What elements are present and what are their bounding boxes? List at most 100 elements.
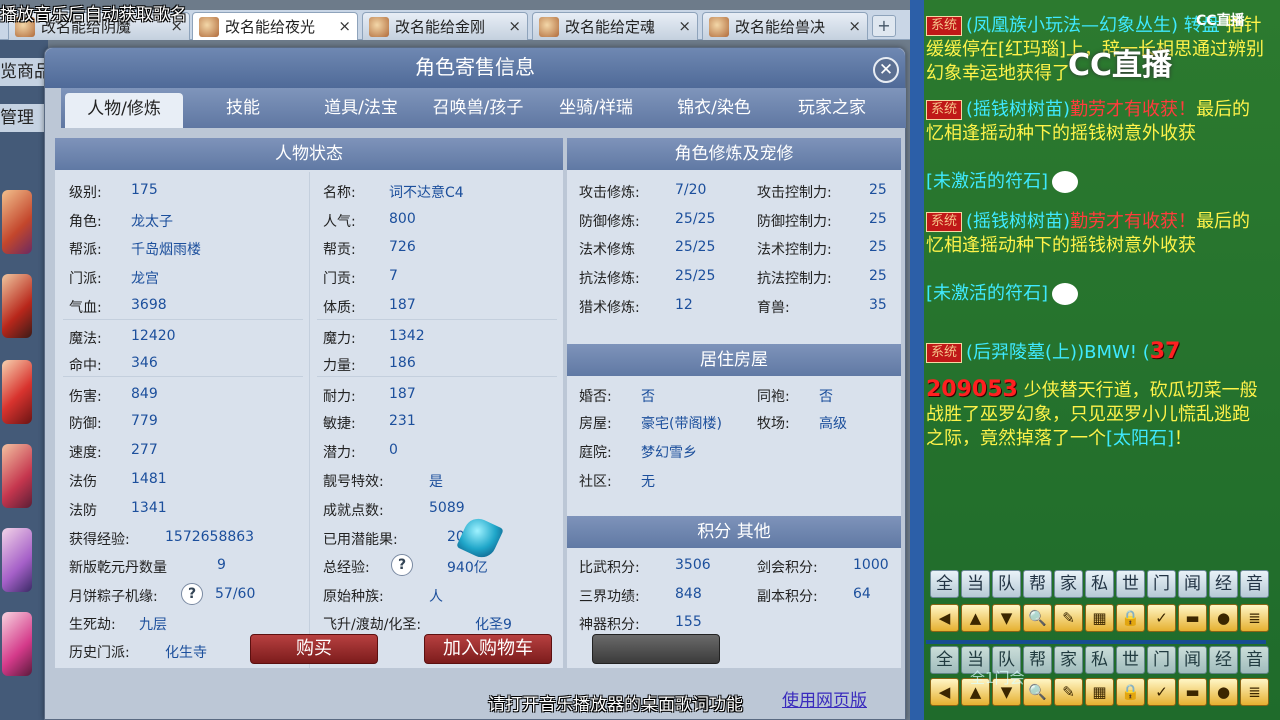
channel-all-button[interactable]: 全 (930, 646, 959, 674)
magnifier-icon[interactable]: 🔍 (1023, 678, 1052, 706)
channel-voice-button[interactable]: 音 (1240, 570, 1269, 598)
character-avatar[interactable] (2, 274, 32, 338)
arrow-left-icon[interactable]: ◀ (930, 678, 959, 706)
stat-label: 三界功绩: (579, 589, 640, 605)
score-header: 积分 其他 (567, 516, 901, 548)
channel-exp-button[interactable]: 经 (1209, 570, 1238, 598)
manage-tab[interactable]: 管理 (0, 104, 48, 132)
magnifier-icon[interactable]: 🔍 (1023, 604, 1052, 632)
folder-icon[interactable]: ▬ (1178, 604, 1207, 632)
item-link[interactable]: [未激活的符石] (926, 171, 1048, 192)
stat-value: 5089 (429, 500, 465, 516)
character-avatar[interactable] (2, 190, 32, 254)
channel-team-button[interactable]: 队 (992, 570, 1021, 598)
grid-icon[interactable]: ▦ (1085, 678, 1114, 706)
chat-text: (摇钱树树苗) (966, 99, 1071, 120)
character-avatar[interactable] (2, 612, 32, 676)
chat-message: 系统 (后羿陵墓(上))BMW! (37 (926, 340, 1266, 365)
note-icon[interactable]: ✎ (1054, 678, 1083, 706)
help-icon[interactable]: ? (181, 583, 203, 605)
chat-text: (凤凰族小玩法—幻象丛生) 转盘 (966, 15, 1220, 36)
item-link[interactable]: [太阳石] (1106, 428, 1174, 449)
item-link[interactable]: [未激活的符石] (926, 283, 1048, 304)
tab-character-cultivation[interactable]: 人物/修炼 (65, 93, 183, 128)
note-icon[interactable]: ✎ (1054, 604, 1083, 632)
stat-label: 历史门派: (69, 645, 130, 661)
channel-all-button[interactable]: 全 (930, 570, 959, 598)
stat-label: 法防 (69, 503, 97, 519)
lock-icon[interactable]: 🔒 (1116, 604, 1145, 632)
character-avatar[interactable] (2, 528, 32, 592)
brush-icon[interactable]: ✓ (1147, 678, 1176, 706)
channel-sect-button[interactable]: 门 (1147, 570, 1176, 598)
arrow-down-icon[interactable]: ▼ (992, 604, 1021, 632)
channel-private-button[interactable]: 私 (1085, 646, 1114, 674)
grid-icon[interactable]: ▦ (1085, 604, 1114, 632)
speech-icon[interactable]: ● (1209, 604, 1238, 632)
close-tab-icon[interactable]: × (508, 17, 521, 35)
channel-private-button[interactable]: 私 (1085, 570, 1114, 598)
character-avatar[interactable] (2, 360, 32, 424)
help-icon[interactable]: ? (391, 554, 413, 576)
stat-label: 气血: (69, 300, 102, 316)
chat-text: 勤劳才有收获！ (1070, 211, 1197, 232)
dialog-tab-bar: 人物/修炼 技能 道具/法宝 召唤兽/孩子 坐骑/祥瑞 锦衣/染色 玩家之家 (61, 88, 906, 128)
stat-value: 277 (131, 442, 158, 458)
stat-value: 高级 (819, 416, 847, 432)
browser-tab-2[interactable]: 改名能给夜光 × (192, 12, 358, 40)
tab-outfits[interactable]: 锦衣/染色 (655, 88, 773, 128)
add-to-cart-button[interactable]: 加入购物车 (424, 634, 552, 664)
stat-label: 力量: (323, 358, 356, 374)
stat-value: 千岛烟雨楼 (131, 242, 201, 258)
browse-goods-tab[interactable]: 览商品 (0, 58, 48, 86)
collect-button[interactable] (592, 634, 720, 664)
channel-family-button[interactable]: 家 (1054, 570, 1083, 598)
browser-tab-4[interactable]: 改名能给定魂 × (532, 12, 698, 40)
character-avatar[interactable] (2, 444, 32, 508)
lock-icon[interactable]: 🔒 (1116, 678, 1145, 706)
list-icon[interactable]: ≣ (1240, 604, 1269, 632)
folder-icon[interactable]: ▬ (1178, 678, 1207, 706)
channel-exp-button[interactable]: 经 (1209, 646, 1238, 674)
brush-icon[interactable]: ✓ (1147, 604, 1176, 632)
channel-news-button[interactable]: 闻 (1178, 570, 1207, 598)
stat-label: 帮派: (69, 242, 102, 258)
tab-player-home[interactable]: 玩家之家 (773, 88, 891, 128)
divider (63, 319, 303, 320)
arrow-up-icon[interactable]: ▲ (961, 604, 990, 632)
new-tab-button[interactable]: + (872, 15, 896, 37)
close-tab-icon[interactable]: × (338, 17, 351, 35)
tab-mounts[interactable]: 坐骑/祥瑞 (537, 88, 655, 128)
stat-value: 800 (389, 211, 416, 227)
list-icon[interactable]: ≣ (1240, 678, 1269, 706)
tab-summons[interactable]: 召唤兽/孩子 (419, 88, 537, 128)
channel-voice-button[interactable]: 音 (1240, 646, 1269, 674)
stat-label: 同袍: (757, 389, 790, 405)
stat-value: 1000 (853, 557, 889, 573)
status-row: 级别: (69, 182, 102, 202)
stat-label: 魔力: (323, 331, 356, 347)
chat-text: (后羿陵墓(上))BMW! ( (966, 342, 1150, 363)
channel-current-button[interactable]: 当 (961, 570, 990, 598)
channel-world-button[interactable]: 世 (1116, 570, 1145, 598)
close-tab-icon[interactable]: × (678, 17, 691, 35)
browser-tab-3[interactable]: 改名能给金刚 × (362, 12, 528, 40)
channel-news-button[interactable]: 闻 (1178, 646, 1207, 674)
close-tab-icon[interactable]: × (848, 17, 861, 35)
buy-button[interactable]: 购买 (250, 634, 378, 664)
web-version-link[interactable]: 使用网页版 (782, 686, 867, 711)
stat-value: 346 (131, 355, 158, 371)
channel-family-button[interactable]: 家 (1054, 646, 1083, 674)
arrow-left-icon[interactable]: ◀ (930, 604, 959, 632)
channel-guild-button[interactable]: 帮 (1023, 570, 1052, 598)
channel-world-button[interactable]: 世 (1116, 646, 1145, 674)
tab-skills[interactable]: 技能 (185, 88, 301, 128)
dialog-close-button[interactable]: ✕ (873, 57, 899, 83)
speech-icon[interactable]: ● (1209, 678, 1238, 706)
stat-value: 否 (819, 389, 833, 405)
channel-sect-button[interactable]: 门 (1147, 646, 1176, 674)
stat-value: 7/20 (675, 182, 707, 198)
tab-items[interactable]: 道具/法宝 (303, 88, 419, 128)
channel-guild-button[interactable]: 帮 (1023, 646, 1052, 674)
browser-tab-5[interactable]: 改名能给兽决 × (702, 12, 868, 40)
